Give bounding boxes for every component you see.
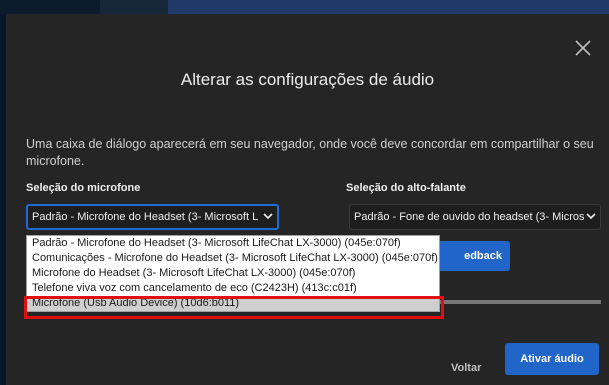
microphone-option[interactable]: Comunicações - Microfone do Headset (3- … (27, 251, 439, 266)
speaker-label: Seleção do alto-falante (346, 182, 466, 194)
audio-settings-dialog: Alterar as configurações de áudio Uma ca… (6, 14, 609, 385)
microphone-option[interactable]: Telefone viva voz com cancelamento de ec… (27, 281, 439, 296)
top-strip-segment (168, 0, 609, 14)
microphone-select[interactable]: Padrão - Microfone do Headset (3- Micros… (26, 204, 279, 230)
top-nav-strip (0, 0, 609, 14)
dialog-title: Alterar as configurações de áudio (180, 70, 435, 89)
microphone-label: Seleção do microfone (26, 182, 141, 194)
back-button[interactable]: Voltar (451, 362, 481, 374)
highlight-outline (24, 296, 444, 319)
speaker-select[interactable]: Padrão - Fone de ouvido do headset (3- M… (349, 204, 601, 230)
feedback-button[interactable]: edback (438, 241, 510, 271)
microphone-option[interactable]: Padrão - Microfone do Headset (3- Micros… (27, 236, 439, 251)
dialog-description: Uma caixa de diálogo aparecerá em seu na… (26, 137, 594, 168)
activate-audio-button[interactable]: Ativar áudio (505, 343, 599, 375)
chevron-down-icon (263, 212, 273, 223)
microphone-option[interactable]: Microfone do Headset (3- Microsoft LifeC… (27, 266, 439, 281)
chevron-down-icon (586, 212, 596, 223)
speaker-selected-value: Padrão - Fone de ouvido do headset (3- M… (354, 211, 584, 223)
volume-meter (438, 300, 601, 304)
close-icon[interactable] (571, 36, 595, 60)
top-strip-segment (100, 0, 168, 14)
top-strip-segment (0, 0, 100, 14)
microphone-selected-value: Padrão - Microfone do Headset (3- Micros… (32, 211, 259, 223)
